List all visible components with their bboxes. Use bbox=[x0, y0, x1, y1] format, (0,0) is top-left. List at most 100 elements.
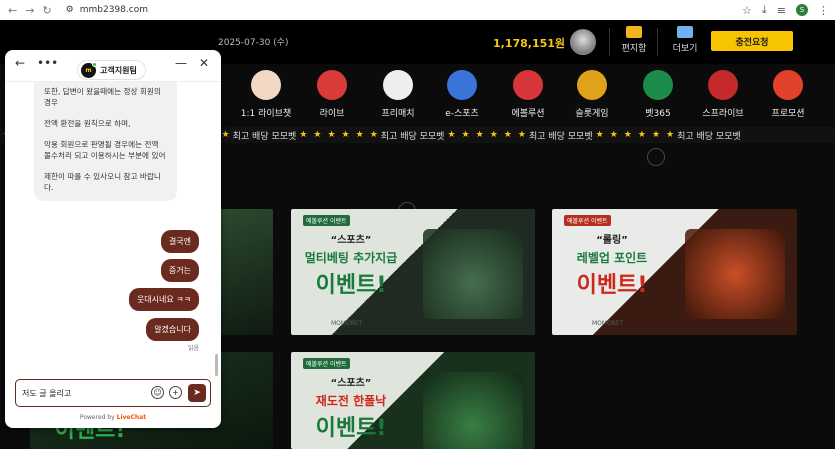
menu-item[interactable]: 프로모션 bbox=[758, 68, 818, 119]
banner-subtitle: “롤링” bbox=[596, 235, 628, 246]
menu-item[interactable]: 벳365 bbox=[628, 68, 688, 119]
browser-nav: ← → ↻ bbox=[0, 4, 52, 17]
mailbox-button[interactable]: 편지함 bbox=[614, 26, 654, 54]
send-icon[interactable]: ➤ bbox=[188, 384, 206, 402]
banner-event: 이벤트! bbox=[315, 273, 387, 298]
star-icon: ★ bbox=[341, 130, 350, 140]
site-page: 2025-07-30 (수) 1,178,151원 편지함 더보기 충전요청 1… bbox=[0, 20, 835, 449]
menu-kebab-icon[interactable]: ⋮ bbox=[818, 4, 829, 17]
agent-badge: m 고객지원팀 bbox=[77, 60, 146, 80]
menu-item[interactable]: 슬롯게임 bbox=[562, 68, 622, 119]
menu-item-icon bbox=[383, 70, 413, 100]
profile-avatar[interactable]: S bbox=[796, 4, 808, 16]
banner-title: 레벨업 포인트 bbox=[576, 251, 648, 265]
menu-item-icon bbox=[643, 70, 673, 100]
media-icon[interactable]: ≡ bbox=[777, 4, 786, 17]
star-icon: ★ bbox=[447, 130, 456, 140]
download-icon[interactable]: ⤓ bbox=[762, 3, 767, 17]
star-icon: ★ bbox=[489, 130, 498, 140]
site-info-icon[interactable]: ⚙ bbox=[66, 5, 74, 15]
star-icon: ★ bbox=[327, 130, 336, 140]
menu-item[interactable]: 프리매치 bbox=[368, 68, 428, 119]
promo-banner-partial-left[interactable] bbox=[220, 209, 273, 335]
menu-item-label: 프로모션 bbox=[771, 109, 805, 119]
my-message-bubble: 웃대시네요 ㅋㅋ bbox=[128, 288, 199, 311]
banner-art bbox=[423, 372, 523, 449]
carousel-dot[interactable] bbox=[647, 148, 665, 166]
forward-icon[interactable]: → bbox=[25, 4, 34, 17]
browser-tools: ☆ ⤓ ≡ S ⋮ bbox=[742, 3, 829, 17]
star-icon: ★ bbox=[503, 130, 512, 140]
star-icon: ★ bbox=[609, 130, 618, 140]
livechat-widget: ← ••• m 고객지원팀 — ✕ 또한, 답변이 왔을때에는 정상 회원의 경… bbox=[5, 50, 221, 428]
banner-title: 재도전 한폴낙 bbox=[315, 394, 387, 408]
star-icon: ★ bbox=[666, 130, 675, 140]
banner-subtitle: “스포츠” bbox=[330, 235, 372, 246]
agent-message-line: 전액 환전을 원칙으로 하며, bbox=[44, 119, 131, 128]
mailbox-label: 편지함 bbox=[621, 44, 647, 54]
star-icon: ★ bbox=[637, 130, 646, 140]
header-divider bbox=[609, 28, 610, 56]
banner-logo: MOMOBET bbox=[331, 320, 363, 327]
menu-item-icon bbox=[773, 70, 803, 100]
more-label: 더보기 bbox=[672, 44, 698, 54]
agent-name: 고객지원팀 bbox=[100, 65, 137, 75]
user-rank-avatar[interactable] bbox=[570, 29, 596, 55]
banner-subtitle: “스포츠” bbox=[330, 378, 372, 389]
star-icon: ★ bbox=[299, 130, 308, 140]
banner-art-rocket bbox=[685, 229, 785, 319]
star-icon: ★ bbox=[623, 130, 632, 140]
banner-tag: 에볼루션 이벤트 bbox=[303, 215, 350, 226]
more-button[interactable]: 더보기 bbox=[665, 26, 705, 54]
charge-request-button[interactable]: 충전요청 bbox=[711, 31, 793, 51]
menu-item[interactable]: 에볼루션 bbox=[498, 68, 558, 119]
promo-banner-levelup[interactable]: 에볼루션 이벤트 “롤링” 레벨업 포인트 이벤트! MOMOBET bbox=[552, 209, 797, 335]
attach-plus-icon[interactable]: + bbox=[169, 386, 182, 399]
promo-banner-multibet[interactable]: 에볼루션 이벤트 “스포츠” 멀티베팅 추가지급 이벤트! MOMOBET bbox=[291, 209, 535, 335]
menu-item[interactable]: 스프라이브 bbox=[693, 68, 753, 119]
chat-messages: 또한, 답변이 왔을때에는 정상 회원의 경우 전액 환전을 원칙으로 하며, … bbox=[5, 82, 221, 376]
livechat-brand: LiveChat bbox=[116, 414, 147, 421]
browser-toolbar: ← → ↻ ⚙ mmb2398.com ☆ ⤓ ≡ S ⋮ bbox=[0, 0, 835, 20]
star-icon: ★ bbox=[313, 130, 322, 140]
banner-event: 이벤트! bbox=[315, 416, 387, 441]
banner-tag: 에볼루션 이벤트 bbox=[303, 358, 350, 369]
menu-item[interactable]: 라이브 bbox=[302, 68, 362, 119]
url-text: mmb2398.com bbox=[79, 5, 148, 15]
menu-item-icon bbox=[708, 70, 738, 100]
menu-item-icon bbox=[447, 70, 477, 100]
message-composer[interactable]: 저도 글 올리고 ☺ + ➤ bbox=[15, 379, 211, 407]
star-icon: ★ bbox=[355, 130, 364, 140]
emoji-icon[interactable]: ☺ bbox=[151, 386, 164, 399]
menu-item-label: 스프라이브 bbox=[702, 109, 744, 119]
message-input[interactable]: 저도 글 올리고 bbox=[22, 388, 71, 399]
menu-item-label: e-스포츠 bbox=[445, 109, 479, 119]
minimize-icon[interactable]: — bbox=[175, 56, 187, 70]
bookmark-star-icon[interactable]: ☆ bbox=[742, 4, 752, 17]
menu-item-label: 슬롯게임 bbox=[575, 109, 609, 119]
star-icon: ★ bbox=[475, 130, 484, 140]
close-icon[interactable]: ✕ bbox=[199, 56, 209, 70]
back-icon[interactable]: ← bbox=[8, 4, 17, 17]
read-receipt: 읽음 bbox=[187, 345, 199, 352]
chat-scrollbar[interactable] bbox=[215, 354, 218, 376]
menu-item[interactable]: e-스포츠 bbox=[432, 68, 492, 119]
back-arrow-icon[interactable]: ← bbox=[15, 56, 25, 70]
options-ellipsis-icon[interactable]: ••• bbox=[37, 56, 58, 70]
star-icon: ★ bbox=[517, 130, 526, 140]
reload-icon[interactable]: ↻ bbox=[42, 4, 51, 17]
online-status-dot bbox=[92, 61, 97, 67]
my-message-bubble: 알겠습니다 bbox=[146, 318, 199, 341]
menu-item[interactable]: 1:1 라이브챗 bbox=[236, 68, 296, 119]
powered-by-footer[interactable]: Powered by LiveChat bbox=[5, 414, 221, 421]
promo-banner-retry[interactable]: 에볼루션 이벤트 “스포츠” 재도전 한폴낙 이벤트! bbox=[291, 352, 535, 449]
address-bar[interactable]: ⚙ mmb2398.com bbox=[66, 5, 148, 15]
ticker-text: 최고 배당 모모벳 bbox=[677, 131, 741, 142]
my-message-bubble: 증거는 bbox=[160, 259, 199, 282]
menu-item-icon bbox=[513, 70, 543, 100]
menu-item-icon bbox=[317, 70, 347, 100]
agent-avatar: m bbox=[81, 61, 97, 78]
menu-item-icon bbox=[577, 70, 607, 100]
agent-message-line: 제한이 따를 수 있사오니 참고 바랍니다. bbox=[44, 172, 161, 192]
banner-logo: MOMOBET bbox=[592, 320, 624, 327]
